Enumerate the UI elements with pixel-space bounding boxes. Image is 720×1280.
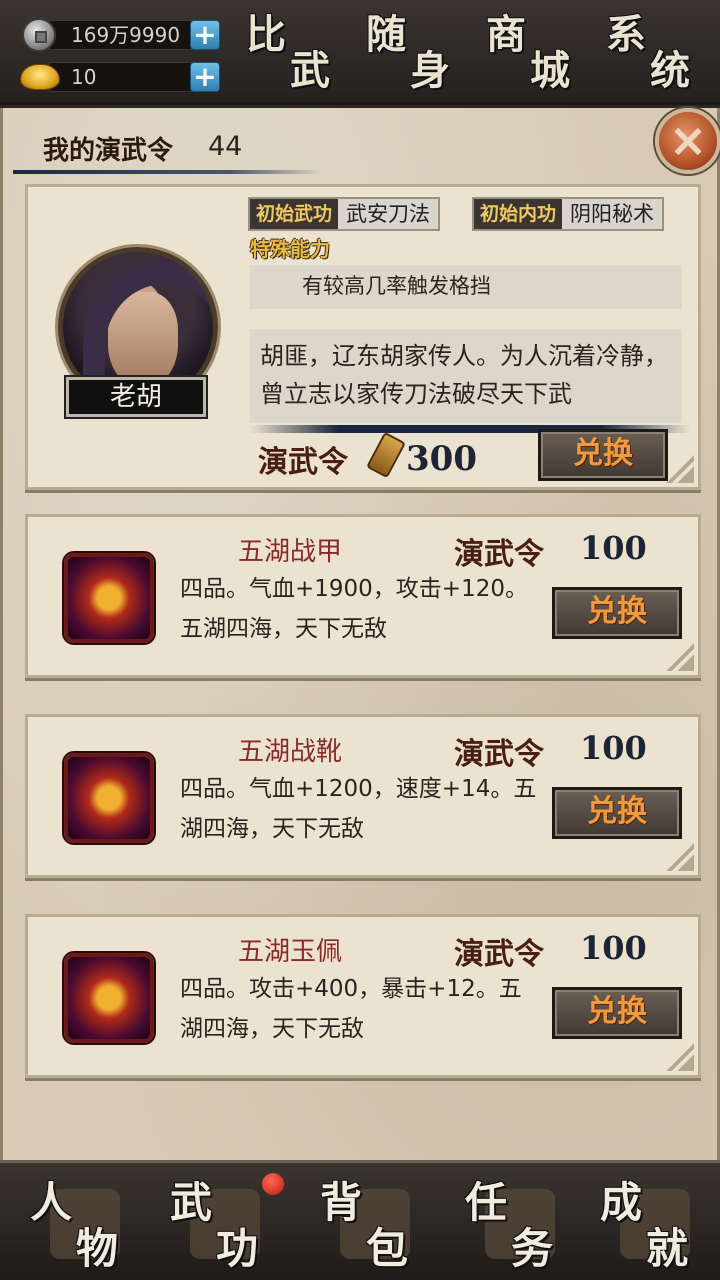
corner-decoration <box>666 1043 694 1071</box>
item-description: 四品。气血+1900，攻击+120。五湖四海，天下无敌 <box>180 576 528 642</box>
item-cost-label: 演武令 <box>454 737 544 772</box>
nav-shop-button[interactable]: 商 城 <box>480 6 590 98</box>
item-name: 五湖玉佩 <box>238 937 343 967</box>
initial-inner-tag: 初始内功 阴阳秘术 <box>472 197 665 231</box>
nav-system-char1: 系 <box>606 11 648 58</box>
nav-carry-button[interactable]: 随 身 <box>360 6 470 98</box>
special-ability-label: 特殊能力 <box>250 237 330 261</box>
close-button[interactable]: × <box>655 108 720 174</box>
item-cost-value: 100 <box>580 929 647 967</box>
add-silver-button[interactable]: + <box>190 20 220 50</box>
jade-exchange-button[interactable]: 兑换 <box>552 987 682 1039</box>
item-card-boots: 五湖战靴 演武令 100 四品。气血+1200，速度+14。五湖四海，天下无敌 … <box>25 714 701 878</box>
nav-bag-char1: 背 <box>320 1178 363 1227</box>
item-cost-label: 演武令 <box>454 537 544 572</box>
nav-tasks-char1: 任 <box>465 1178 508 1227</box>
corner-decoration <box>666 843 694 871</box>
hero-card: 老胡 初始武功 武安刀法 初始内功 阴阳秘术 特殊能力 有较高几率触发格挡 胡匪… <box>25 184 701 490</box>
nav-character-button[interactable]: 人 物 <box>10 1171 150 1280</box>
boots-exchange-button[interactable]: 兑换 <box>552 787 682 839</box>
hero-cost-value: 300 <box>406 439 477 479</box>
silver-resource: 169万9990 + <box>20 18 220 52</box>
hero-name: 老胡 <box>64 375 208 419</box>
nav-arena-char1: 比 <box>246 11 288 58</box>
corner-decoration <box>666 455 694 483</box>
nav-system-char2: 统 <box>650 47 692 94</box>
nav-tasks-char2: 务 <box>511 1224 554 1273</box>
panel-title: 我的演武令 <box>43 136 174 166</box>
nav-arena-char2: 武 <box>290 47 332 94</box>
panel-header: 我的演武令 44 <box>13 128 333 174</box>
item-cost-label: 演武令 <box>454 937 544 972</box>
item-card-jade: 五湖玉佩 演武令 100 四品。攻击+400，暴击+12。五湖四海，天下无敌 兑… <box>25 914 701 1078</box>
corner-decoration <box>666 643 694 671</box>
hero-exchange-button[interactable]: 兑换 <box>538 429 668 481</box>
item-cost-value: 100 <box>580 529 647 567</box>
nav-bag-button[interactable]: 背 包 <box>300 1171 440 1280</box>
armor-exchange-button[interactable]: 兑换 <box>552 587 682 639</box>
item-description: 四品。攻击+400，暴击+12。五湖四海，天下无敌 <box>180 976 522 1042</box>
nav-achievements-char2: 就 <box>646 1224 689 1273</box>
nav-skills-char2: 功 <box>216 1224 259 1273</box>
gold-ingot-icon <box>20 64 60 90</box>
item-cost-value: 100 <box>580 729 647 767</box>
notification-dot-icon <box>262 1173 284 1195</box>
boots-icon[interactable] <box>64 753 154 843</box>
nav-shop-char1: 商 <box>486 11 528 58</box>
nav-character-char1: 人 <box>30 1178 73 1227</box>
nav-achievements-button[interactable]: 成 就 <box>580 1171 720 1280</box>
jade-pendant-icon[interactable] <box>64 953 154 1043</box>
item-card-armor: 五湖战甲 演武令 100 四品。气血+1900，攻击+120。五湖四海，天下无敌… <box>25 514 701 678</box>
item-name: 五湖战靴 <box>238 737 343 767</box>
nav-skills-char1: 武 <box>170 1178 213 1227</box>
nav-arena-button[interactable]: 比 武 <box>240 6 350 98</box>
top-bar: 169万9990 + 10 + 比 武 随 身 商 城 系 统 <box>0 0 720 105</box>
special-ability-text: 有较高几率触发格挡 <box>250 265 682 309</box>
nav-carry-char1: 随 <box>366 11 408 58</box>
initial-inner-value: 阴阳秘术 <box>570 202 655 226</box>
header-underline <box>13 170 323 174</box>
bottom-nav-bar: 人 物 武 功 背 包 任 务 成 就 <box>0 1160 720 1280</box>
nav-achievements-char1: 成 <box>600 1178 643 1227</box>
initial-inner-key: 初始内功 <box>474 199 563 229</box>
item-name: 五湖战甲 <box>238 537 343 567</box>
nav-character-char2: 物 <box>76 1224 119 1273</box>
initial-skill-value: 武安刀法 <box>346 202 431 226</box>
token-count: 44 <box>208 131 243 162</box>
nav-system-button[interactable]: 系 统 <box>600 6 710 98</box>
initial-skill-key: 初始武功 <box>250 199 339 229</box>
gold-resource: 10 + <box>20 60 220 94</box>
nav-bag-char2: 包 <box>366 1224 409 1273</box>
nav-tasks-button[interactable]: 任 务 <box>445 1171 585 1280</box>
nav-shop-char2: 城 <box>530 47 572 94</box>
silver-amount: 169万9990 <box>48 20 208 50</box>
token-icon <box>366 431 406 479</box>
hero-description: 胡匪，辽东胡家传人。为人沉着冷静，曾立志以家传刀法破尽天下武 <box>250 329 682 423</box>
nav-carry-char2: 身 <box>410 47 452 94</box>
hero-cost-label: 演武令 <box>258 445 348 480</box>
gold-amount: 10 <box>48 62 208 92</box>
silver-coin-icon <box>22 18 56 52</box>
add-gold-button[interactable]: + <box>190 62 220 92</box>
exchange-panel: 我的演武令 44 × 老胡 初始武功 武安刀法 初始内功 阴阳秘术 特殊能力 有… <box>0 108 720 1160</box>
item-description: 四品。气血+1200，速度+14。五湖四海，天下无敌 <box>180 776 537 842</box>
initial-skill-tag: 初始武功 武安刀法 <box>248 197 441 231</box>
armor-icon[interactable] <box>64 553 154 643</box>
